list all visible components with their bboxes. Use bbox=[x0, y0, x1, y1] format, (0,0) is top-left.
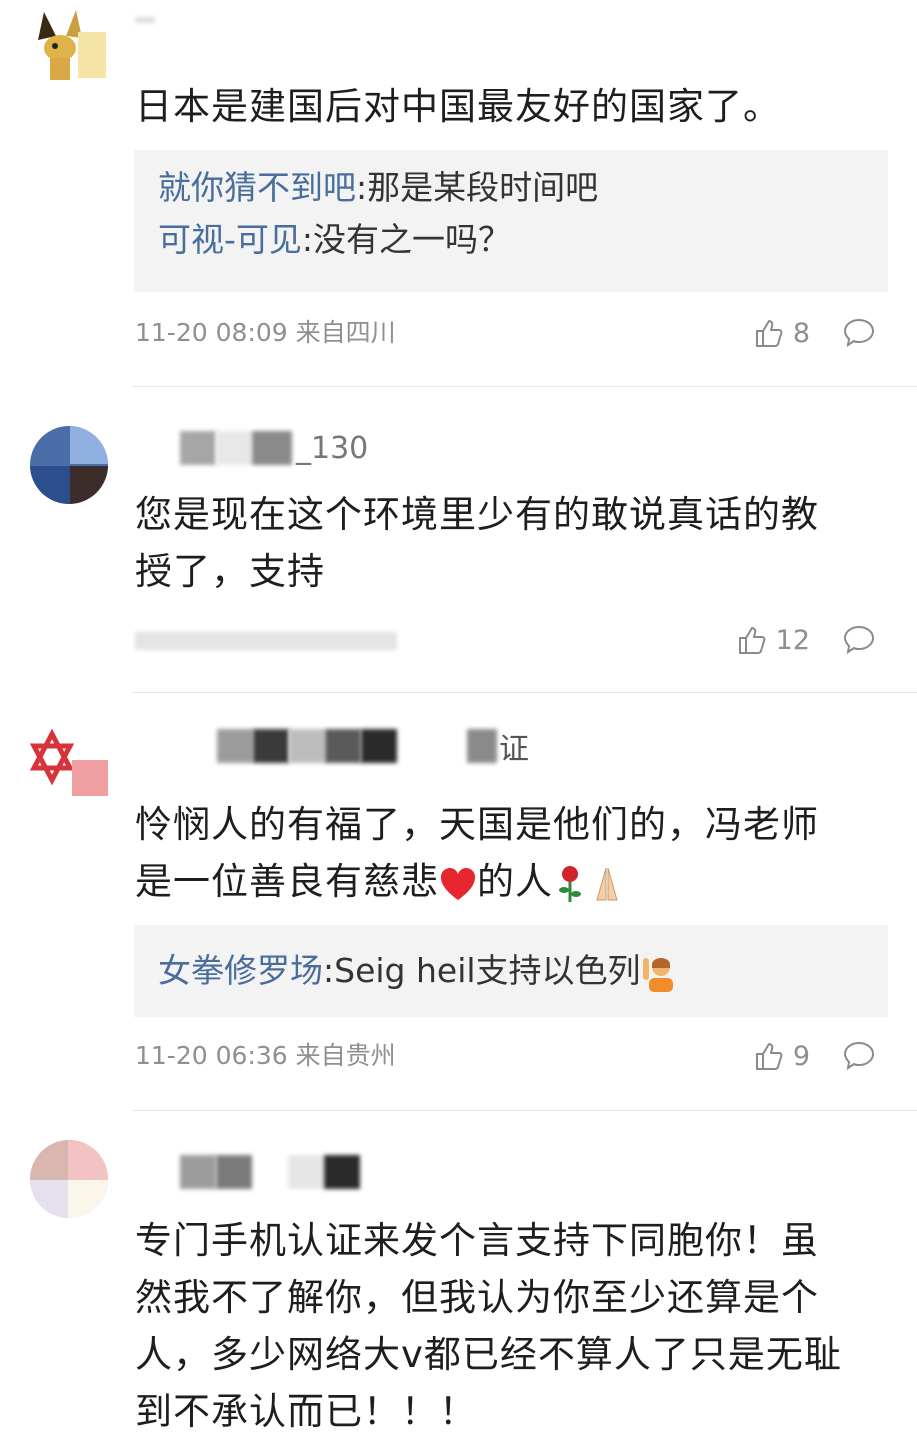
divider bbox=[132, 692, 917, 693]
username-visible-part: 证 bbox=[499, 732, 529, 767]
reply-text: :那是某段时间吧 bbox=[356, 168, 599, 207]
reply-username[interactable]: 就你猜不到吧 bbox=[158, 168, 356, 207]
reply-item[interactable]: 可视-可见:没有之一吗？ bbox=[158, 214, 864, 266]
reply-button[interactable] bbox=[841, 620, 877, 660]
comment-text: 怜悯人的有福了，天国是他们的，冯老师 是一位善良有慈悲 的人 bbox=[135, 796, 895, 910]
praying-hands-icon bbox=[596, 867, 618, 900]
username-redaction bbox=[180, 1155, 216, 1189]
like-count: 9 bbox=[792, 1040, 810, 1072]
username-redaction bbox=[361, 729, 397, 763]
star-avatar-icon bbox=[30, 728, 108, 796]
username[interactable]: 证 bbox=[135, 726, 529, 767]
timestamp-location: 11-20 06:36 来自贵州 bbox=[135, 1041, 396, 1070]
comment-text-line: 您是现在这个环境里少有的敢说真话的教 bbox=[135, 493, 819, 536]
reply-item[interactable]: 女拳修罗场:Seig heil支持以色列 bbox=[158, 945, 864, 997]
reply-username[interactable]: 可视-可见 bbox=[158, 220, 302, 259]
comment-text: 您是现在这个环境里少有的敢说真话的教 授了，支持 bbox=[135, 486, 895, 600]
reply-button[interactable] bbox=[841, 313, 877, 353]
username-redaction bbox=[252, 431, 292, 465]
thumbs-up-icon bbox=[738, 627, 766, 654]
timestamp-location: 11-20 08:09 来自四川 bbox=[135, 318, 396, 347]
like-count: 12 bbox=[775, 624, 810, 656]
username-redaction bbox=[325, 729, 361, 763]
like-count: 8 bbox=[792, 317, 810, 349]
timestamp-location-redacted bbox=[135, 620, 397, 660]
comment-text-line: 是一位善良有慈悲 的人 bbox=[135, 853, 895, 910]
reply-box[interactable]: 就你猜不到吧:那是某段时间吧 可视-可见:没有之一吗？ bbox=[134, 150, 888, 292]
divider bbox=[132, 386, 917, 387]
username-redaction bbox=[289, 729, 325, 763]
username[interactable] bbox=[135, 0, 155, 40]
comment-text-line: 人，多少网络大v都已经不算人了只是无耻 bbox=[135, 1333, 842, 1376]
person-raising-hand-icon bbox=[642, 957, 673, 992]
username[interactable] bbox=[135, 1152, 360, 1192]
username-redaction bbox=[216, 431, 252, 465]
avatar[interactable] bbox=[30, 426, 108, 504]
avatar[interactable] bbox=[30, 1140, 108, 1218]
thumbs-up-icon bbox=[755, 1043, 783, 1070]
comment-text: 日本是建国后对中国最友好的国家了。 bbox=[135, 85, 781, 128]
avatar[interactable] bbox=[30, 726, 108, 804]
comment-text-line: 授了，支持 bbox=[135, 550, 325, 593]
speech-bubble-icon bbox=[843, 318, 875, 348]
reply-username[interactable]: 女拳修罗场 bbox=[158, 951, 323, 990]
reply-button[interactable] bbox=[841, 1036, 877, 1076]
reply-box[interactable]: 女拳修罗场:Seig heil支持以色列 bbox=[134, 925, 888, 1017]
meta-redaction bbox=[135, 632, 397, 650]
comment-text: 专门手机认证来发个言支持下同胞你！虽 然我不了解你，但我认为你至少还算是个 人，… bbox=[135, 1212, 895, 1440]
username-redaction bbox=[253, 729, 289, 763]
like-button[interactable]: 12 bbox=[736, 620, 810, 660]
fox-avatar-icon bbox=[38, 10, 106, 80]
rose-icon bbox=[559, 865, 581, 902]
speech-bubble-icon bbox=[843, 625, 875, 655]
username-redaction bbox=[288, 1155, 324, 1189]
red-heart-icon bbox=[441, 867, 475, 900]
speech-bubble-icon bbox=[843, 1041, 875, 1071]
username-redaction bbox=[324, 1155, 360, 1189]
username-redaction bbox=[135, 17, 155, 23]
like-button[interactable]: 9 bbox=[753, 1036, 810, 1076]
username-redaction bbox=[467, 729, 497, 763]
comment-text-line: 怜悯人的有福了，天国是他们的，冯老师 bbox=[135, 803, 819, 846]
reply-text: :Seig heil支持以色列 bbox=[323, 951, 641, 990]
username-redaction bbox=[216, 1155, 252, 1189]
username[interactable]: _130 bbox=[135, 428, 368, 468]
comment-text-line: 专门手机认证来发个言支持下同胞你！虽 bbox=[135, 1219, 819, 1262]
username-visible-part: _130 bbox=[296, 430, 369, 466]
username-redaction bbox=[217, 729, 253, 763]
avatar[interactable] bbox=[30, 6, 108, 84]
divider bbox=[132, 1110, 917, 1111]
username-redaction bbox=[180, 431, 216, 465]
comment-text-line: 到不承认而已！！！ bbox=[135, 1390, 477, 1433]
like-button[interactable]: 8 bbox=[753, 313, 810, 353]
reply-item[interactable]: 就你猜不到吧:那是某段时间吧 bbox=[158, 162, 864, 214]
comment-text-line: 然我不了解你，但我认为你至少还算是个 bbox=[135, 1276, 819, 1319]
reply-text: :没有之一吗？ bbox=[301, 220, 512, 259]
thumbs-up-icon bbox=[755, 320, 783, 347]
